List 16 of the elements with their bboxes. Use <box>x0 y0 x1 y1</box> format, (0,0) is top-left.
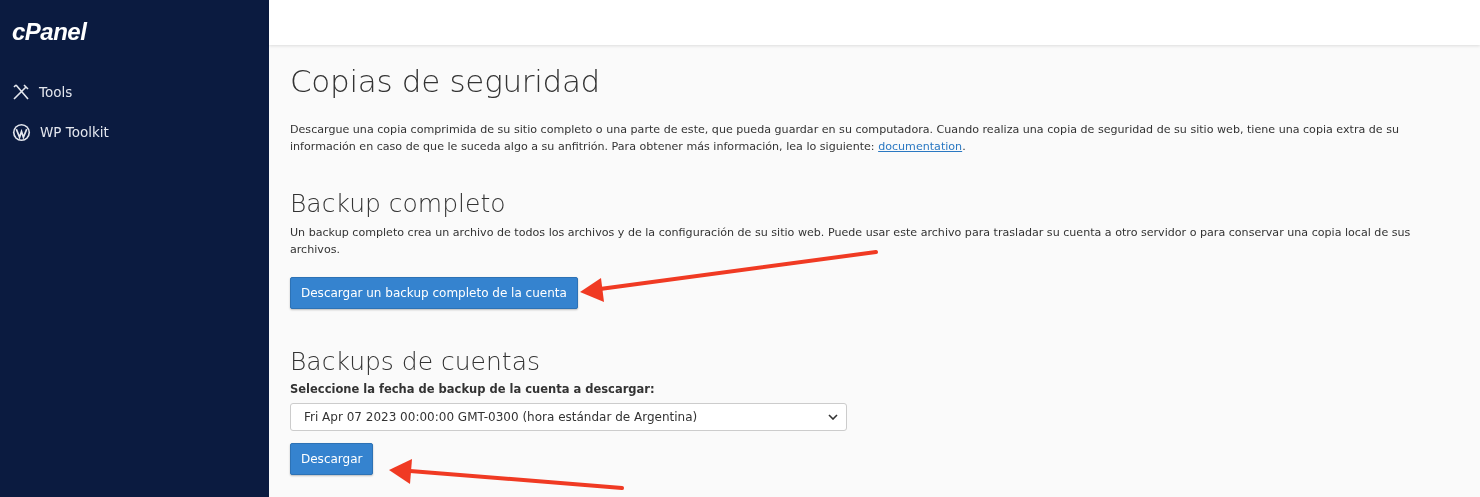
backup-date-select[interactable]: Fri Apr 07 2023 00:00:00 GMT-0300 (hora estándar de Argentina) <box>290 403 847 431</box>
wordpress-icon <box>12 122 31 142</box>
select-label: Seleccione la fecha de backup de la cuenta a descargar: <box>290 382 656 396</box>
sidebar-item[interactable]: WP Toolkit <box>40 124 109 140</box>
intro-paragraph: Descargue una copia comprimida de su sitio completo o una parte de este, que pueda guardar en su computadora. Cuando realiza una copia de seguridad de su sitio web, tiene una copia extra de su información en caso de que le suceda algo a su anfitrión. Para obtener más información, lea lo siguiente: documentation. <box>290 122 1400 155</box>
tools-icon <box>12 83 30 101</box>
page-title: Copias de seguridad <box>290 63 601 99</box>
download-button[interactable]: Descargar <box>290 443 374 475</box>
documentation-link[interactable]: documentation <box>878 140 963 153</box>
cpanel-logo[interactable]: cPanel <box>0 18 269 72</box>
section-heading: Backup completo <box>290 189 507 218</box>
chevron-down-icon <box>828 414 838 420</box>
section-description: Un backup completo crea un archivo de todos los archivos y de la configuración de su sitio web. Puede usar este archivo para trasladar su cuenta a otro servidor o para conservar una copia local de sus archivos. <box>290 225 1412 258</box>
sidebar-item[interactable]: Tools <box>39 84 73 100</box>
section-heading: Backups de cuentas <box>290 347 541 376</box>
download-full-backup-button[interactable]: Descargar un backup completo de la cuenta <box>290 277 578 309</box>
